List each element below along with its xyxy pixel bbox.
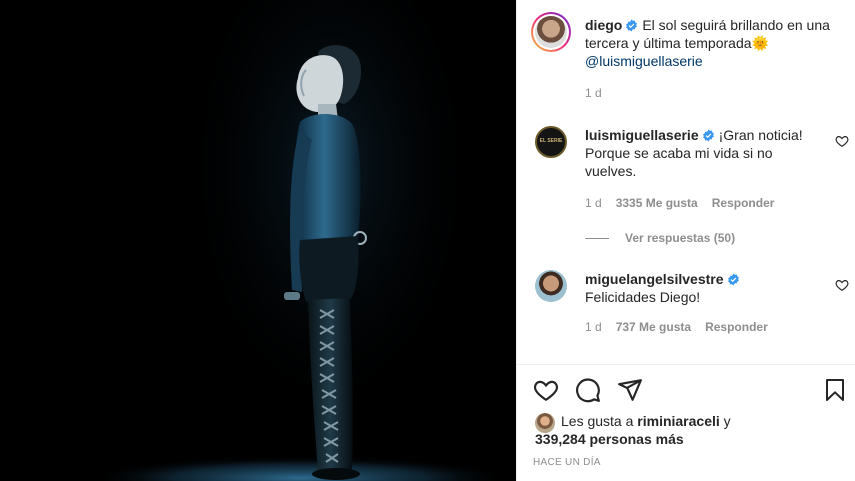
- comment-icon[interactable]: [575, 377, 601, 403]
- comment-body: miguelangelsilvestre Felicidades Diego!: [585, 270, 825, 306]
- comment-meta: 1 d 737 Me gusta Responder: [585, 320, 782, 334]
- caption-time[interactable]: 1 d: [585, 86, 602, 100]
- verified-badge-icon: [727, 273, 739, 286]
- heart-icon[interactable]: [533, 377, 559, 403]
- paper-plane-icon[interactable]: [617, 377, 643, 403]
- commenter-username[interactable]: luismiguellaserie: [585, 127, 699, 143]
- comment-likes[interactable]: 3335 Me gusta: [616, 196, 698, 210]
- bookmark-icon[interactable]: [823, 377, 847, 403]
- verified-badge-icon: [702, 129, 714, 142]
- comments-scroll-area[interactable]: diego El sol seguirá brillando en una ter…: [517, 0, 855, 364]
- heart-icon[interactable]: [835, 278, 849, 292]
- author-avatar[interactable]: [531, 12, 571, 52]
- heart-icon[interactable]: [835, 134, 849, 148]
- comment-body: luismiguellaserie ¡Gran noticia! Porque s…: [585, 126, 825, 180]
- likes-count[interactable]: 339,284 personas más: [535, 431, 684, 447]
- author-username[interactable]: diego: [585, 17, 622, 33]
- comment-time[interactable]: 1 d: [585, 196, 602, 210]
- reply-button[interactable]: Responder: [705, 320, 768, 334]
- comment-text: Felicidades Diego!: [585, 289, 701, 305]
- comment-meta: 1 d 3335 Me gusta Responder: [585, 196, 788, 210]
- reply-button[interactable]: Responder: [712, 196, 775, 210]
- likes-prefix: Les gusta a: [561, 413, 634, 429]
- sun-emoji: 🌞: [751, 35, 769, 51]
- stage-performer-image: [0, 0, 516, 481]
- post-photo[interactable]: [0, 0, 516, 481]
- post-timestamp[interactable]: HACE UN DÍA: [533, 457, 601, 468]
- comment-time[interactable]: 1 d: [585, 320, 602, 334]
- instagram-post-view: diego El sol seguirá brillando en una ter…: [0, 0, 855, 481]
- comment-likes[interactable]: 737 Me gusta: [616, 320, 691, 334]
- post-side-panel: diego El sol seguirá brillando en una ter…: [516, 0, 855, 481]
- commenter-avatar[interactable]: EL SERIE: [535, 126, 567, 158]
- commenter-avatar-logo: EL SERIE: [539, 138, 563, 144]
- likes-summary: Les gusta a riminiaraceli y 339,284 pers…: [535, 412, 835, 448]
- commenter-avatar[interactable]: [535, 270, 567, 302]
- verified-badge-icon: [626, 19, 638, 32]
- likes-suffix: y: [723, 413, 731, 429]
- post-caption: diego El sol seguirá brillando en una ter…: [585, 16, 847, 70]
- caption-mention-link[interactable]: @luismiguellaserie: [585, 53, 703, 69]
- replies-divider: [585, 238, 609, 239]
- view-replies-button[interactable]: Ver respuestas (50): [625, 231, 735, 245]
- commenter-username[interactable]: miguelangelsilvestre: [585, 271, 724, 287]
- liker-username[interactable]: riminiaraceli: [637, 413, 720, 429]
